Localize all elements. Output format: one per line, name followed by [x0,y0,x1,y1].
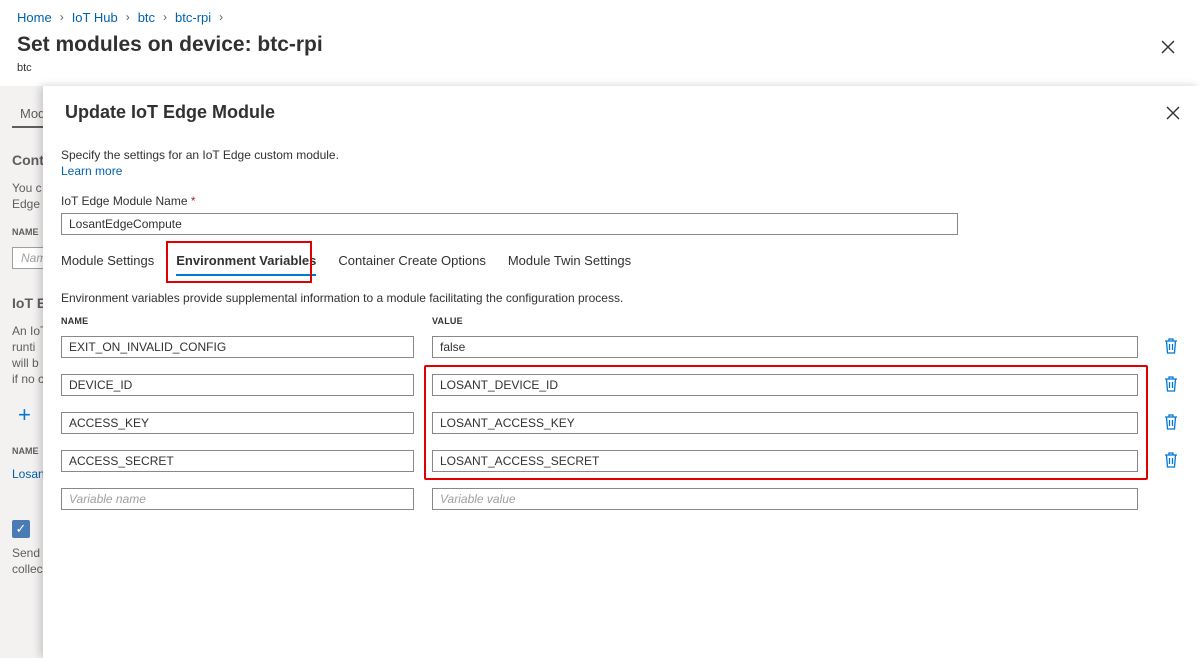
behind-heading: Cont [12,152,44,168]
behind-name-label: NAME [12,227,39,237]
breadcrumb-btc[interactable]: btc [138,10,155,25]
module-name-input[interactable] [61,213,958,235]
behind-text: if no c [12,372,44,386]
tab-module-settings[interactable]: Module Settings [61,242,154,280]
add-icon[interactable]: + [18,402,31,428]
behind-name-input[interactable]: Nam [12,247,44,269]
column-header-value: VALUE [432,316,463,326]
behind-text: Edge [12,197,41,211]
behind-text: collec [12,562,43,576]
page-subtitle: btc [17,62,32,74]
behind-text: You c [12,181,42,195]
behind-module-link[interactable]: Losan [12,467,44,481]
breadcrumb: Home › IoT Hub › btc › btc-rpi › [17,8,231,26]
behind-text: runti [12,340,36,354]
new-variable-value-input[interactable] [432,488,1138,510]
variable-name-input[interactable] [61,336,414,358]
chevron-right-icon: › [59,10,64,24]
behind-text: An IoT [12,324,44,338]
breadcrumb-iot-hub[interactable]: IoT Hub [72,10,118,25]
env-description: Environment variables provide supplement… [61,291,624,305]
variable-value-input[interactable] [432,336,1138,358]
page-title: Set modules on device: btc-rpi [17,33,323,56]
breadcrumb-home[interactable]: Home [17,10,52,25]
chevron-right-icon: › [163,10,168,24]
behind-text: will b [12,356,39,370]
background-blade: Mod Cont You c Edge NAME Nam IoT E An Io… [0,86,44,658]
behind-tab[interactable]: Mod [20,106,44,121]
variable-name-input[interactable] [61,412,414,434]
required-marker: * [190,194,196,208]
behind-heading: IoT E [12,295,44,311]
tab-bar: Module Settings Environment Variables Co… [61,242,631,282]
variable-name-input[interactable] [61,450,414,472]
checkbox-icon[interactable]: ✓ [12,520,30,538]
learn-more-link[interactable]: Learn more [61,164,122,178]
variable-name-input[interactable] [61,374,414,396]
update-module-panel: Update IoT Edge Module Specify the setti… [43,86,1200,658]
behind-name-label: NAME [12,446,39,456]
chevron-right-icon: › [219,10,224,24]
tab-module-twin-settings[interactable]: Module Twin Settings [508,242,631,280]
behind-text: Send [12,546,41,560]
new-variable-name-input[interactable] [61,488,414,510]
column-header-name: NAME [61,316,89,326]
chevron-right-icon: › [125,10,130,24]
panel-title: Update IoT Edge Module [65,102,275,122]
tab-highlight-annotation [166,241,312,283]
close-icon[interactable] [1164,104,1182,122]
trash-icon[interactable] [1163,451,1179,469]
tab-container-create-options[interactable]: Container Create Options [338,242,485,280]
trash-icon[interactable] [1163,375,1179,393]
value-highlight-annotation [424,365,1148,480]
module-name-label: IoT Edge Module Name * [61,194,196,208]
trash-icon[interactable] [1163,413,1179,431]
panel-description: Specify the settings for an IoT Edge cus… [61,148,339,162]
breadcrumb-btc-rpi[interactable]: btc-rpi [175,10,211,25]
close-icon[interactable] [1158,37,1178,57]
trash-icon[interactable] [1163,337,1179,355]
behind-tab-underline [12,126,44,128]
